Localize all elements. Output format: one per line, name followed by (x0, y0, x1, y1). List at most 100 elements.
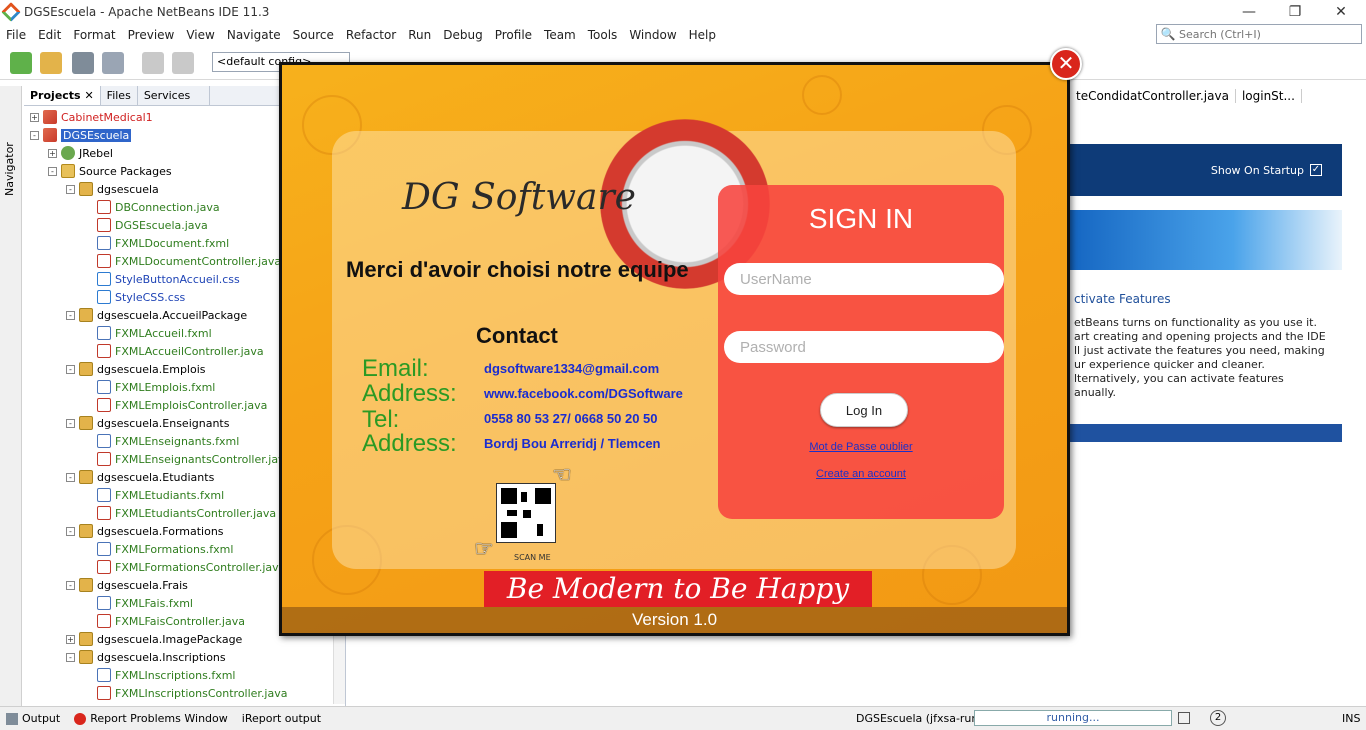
tree-node[interactable]: - dgsescuela.Frais (66, 576, 188, 594)
tree-node[interactable]: - dgsescuela.Etudiants (66, 468, 214, 486)
tree-node[interactable]: StyleButtonAccueil.css (84, 270, 240, 288)
collapse-icon[interactable]: - (66, 472, 75, 482)
tree-node-label: FXMLFormationsController.java (115, 560, 286, 574)
collapse-icon[interactable]: - (66, 580, 75, 590)
create-account-link[interactable]: Create an account (718, 468, 1004, 480)
contact-email: dgsoftware1334@gmail.com (484, 361, 660, 376)
forgot-password-link[interactable]: Mot de Passe oublier (718, 441, 1004, 453)
new-project-icon[interactable] (40, 52, 62, 74)
report-problems-tab[interactable]: Report Problems Window (74, 712, 228, 725)
tree-node[interactable]: - DGSEscuela (30, 126, 132, 144)
ireport-output-tab[interactable]: iReport output (242, 712, 321, 725)
tree-node[interactable]: - Source Packages (48, 162, 172, 180)
redo-icon[interactable] (172, 52, 194, 74)
tree-node[interactable]: + CabinetMedical1 (30, 108, 153, 126)
tree-node[interactable]: DBConnection.java (84, 198, 220, 216)
tree-node[interactable]: FXMLFormations.fxml (84, 540, 233, 558)
tree-node[interactable]: FXMLEnseignants.fxml (84, 432, 239, 450)
tree-node[interactable]: FXMLEtudiants.fxml (84, 486, 224, 504)
menu-preview[interactable]: Preview (122, 28, 181, 42)
editor-tab[interactable]: loginSt... (1236, 89, 1302, 103)
minimize-button[interactable]: — (1226, 0, 1272, 24)
collapse-icon[interactable]: - (66, 526, 75, 536)
menu-edit[interactable]: Edit (32, 28, 67, 42)
tree-node-label: dgsescuela.Etudiants (97, 470, 215, 484)
tree-node[interactable]: - dgsescuela.Formations (66, 522, 224, 540)
tree-node[interactable]: FXMLInscriptionsController.java (84, 684, 287, 702)
tree-node[interactable]: FXMLFais.fxml (84, 594, 193, 612)
tree-node[interactable]: - dgsescuela.Emplois (66, 360, 206, 378)
output-tab[interactable]: Output (6, 712, 60, 725)
tab-projects[interactable]: Projects ✕ (24, 86, 101, 105)
collapse-icon[interactable]: - (66, 418, 75, 428)
tree-node[interactable]: + JRebel (48, 144, 113, 162)
collapse-icon[interactable]: - (66, 310, 75, 320)
menu-navigate[interactable]: Navigate (221, 28, 287, 42)
new-file-icon[interactable] (10, 52, 32, 74)
collapse-icon[interactable]: - (48, 166, 57, 176)
close-icon[interactable]: ✕ (1050, 48, 1082, 80)
tab-files[interactable]: Files (101, 86, 138, 105)
menu-help[interactable]: Help (683, 28, 722, 42)
menu-format[interactable]: Format (67, 28, 121, 42)
tree-node-label: dgsescuela.Frais (97, 578, 188, 592)
tree-node[interactable]: - dgsescuela.Enseignants (66, 414, 229, 432)
expand-icon[interactable]: + (48, 148, 57, 158)
tree-node[interactable]: - dgsescuela.Inscriptions (66, 648, 226, 666)
activate-features-link[interactable]: ctivate Features (1074, 292, 1338, 306)
collapse-icon[interactable]: - (66, 652, 75, 662)
menu-refactor[interactable]: Refactor (340, 28, 402, 42)
expand-icon[interactable]: + (66, 634, 75, 644)
close-window-button[interactable]: ✕ (1318, 0, 1364, 24)
menu-debug[interactable]: Debug (437, 28, 488, 42)
tree-node[interactable]: FXMLInscriptions.fxml (84, 666, 236, 684)
tree-node[interactable]: FXMLEtudiantsController.java (84, 504, 276, 522)
tree-node[interactable]: FXMLEnseignantsController.java (84, 450, 291, 468)
output-icon (6, 712, 18, 725)
menu-window[interactable]: Window (623, 28, 682, 42)
tree-node[interactable]: + dgsescuela.ImagePackage (66, 630, 242, 648)
login-button[interactable]: Log In (820, 393, 908, 427)
tree-node[interactable]: FXMLFaisController.java (84, 612, 245, 630)
cancel-task-icon[interactable] (1178, 712, 1190, 724)
tree-node[interactable]: FXMLFormationsController.java (84, 558, 285, 576)
tree-node[interactable]: FXMLAccueilController.java (84, 342, 264, 360)
tree-node[interactable]: - dgsescuela.AccueilPackage (66, 306, 247, 324)
collapse-icon[interactable]: - (66, 184, 75, 194)
menu-view[interactable]: View (180, 28, 220, 42)
tree-node[interactable]: FXMLEmploisController.java (84, 396, 267, 414)
search-input[interactable] (1179, 27, 1349, 41)
editor-tab[interactable]: teCondidatController.java (1070, 89, 1236, 103)
expand-icon[interactable]: + (30, 112, 39, 122)
menu-source[interactable]: Source (287, 28, 340, 42)
collapse-icon[interactable]: - (30, 130, 39, 140)
tree-node[interactable]: FXMLAccueil.fxml (84, 324, 212, 342)
tree-node[interactable]: FXMLEmplois.fxml (84, 378, 215, 396)
restore-button[interactable]: ❐ (1272, 0, 1318, 24)
navigator-tab[interactable]: Navigator (3, 142, 16, 196)
ide-search-box[interactable]: 🔍 (1156, 24, 1362, 44)
menu-team[interactable]: Team (538, 28, 582, 42)
tree-node[interactable]: StyleCSS.css (84, 288, 185, 306)
open-project-icon[interactable] (72, 52, 94, 74)
tree-node[interactable]: DGSEscuela.java (84, 216, 208, 234)
collapse-icon[interactable]: - (66, 364, 75, 374)
tree-node[interactable]: FXMLDocument.fxml (84, 234, 229, 252)
menu-tools[interactable]: Tools (582, 28, 624, 42)
menu-run[interactable]: Run (402, 28, 437, 42)
notifications-icon[interactable]: 2 (1210, 710, 1226, 726)
source-folder-icon (61, 164, 75, 178)
save-all-icon[interactable] (102, 52, 124, 74)
close-icon[interactable]: ✕ (84, 89, 93, 102)
package-icon (79, 632, 93, 646)
menu-profile[interactable]: Profile (489, 28, 538, 42)
username-field[interactable] (724, 263, 1004, 295)
show-on-startup-checkbox[interactable]: ✓ (1310, 164, 1322, 176)
tree-node[interactable]: FXMLDocumentController.java (84, 252, 281, 270)
tab-services[interactable]: Services (138, 86, 210, 105)
menu-file[interactable]: File (0, 28, 32, 42)
tree-node-label: dgsescuela.AccueilPackage (97, 308, 248, 322)
tree-node[interactable]: - dgsescuela (66, 180, 159, 198)
password-field[interactable] (724, 331, 1004, 363)
undo-icon[interactable] (142, 52, 164, 74)
